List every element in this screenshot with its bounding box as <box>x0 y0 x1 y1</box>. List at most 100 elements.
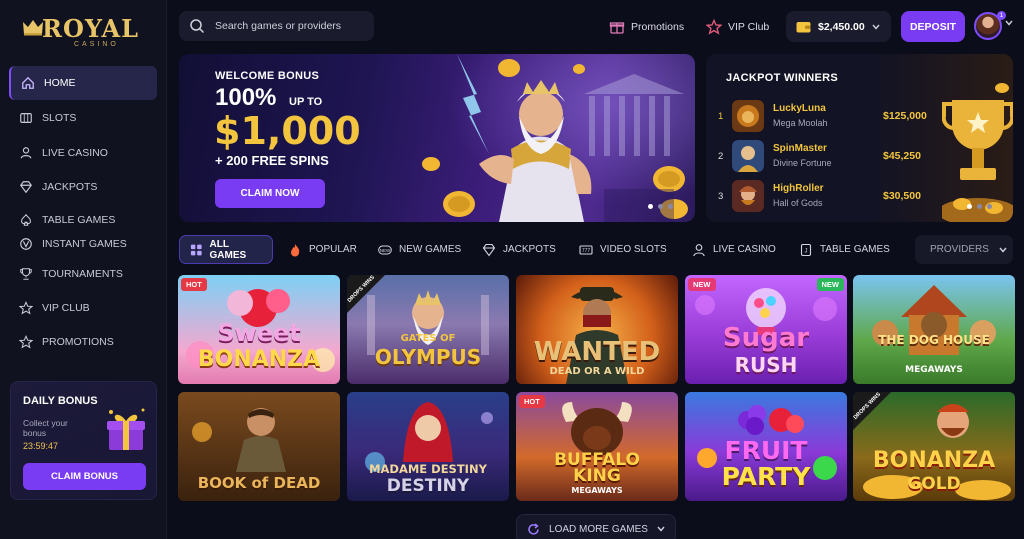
jackpot-title: JACKPOT WINNERS <box>726 72 839 84</box>
sidebar-item-label: HOME <box>44 77 76 89</box>
sidebar-item-label: TOURNAMENTS <box>42 268 123 280</box>
tab-new-games[interactable]: NEW NEW GAMES <box>368 235 471 264</box>
game-title: WANTED <box>533 337 661 367</box>
gift-box-icon <box>609 22 625 34</box>
hot-badge: HOT <box>519 395 545 408</box>
search-input[interactable] <box>215 20 365 32</box>
search-bar[interactable] <box>179 11 374 41</box>
game-tile[interactable]: FRUIT PARTY <box>685 392 847 501</box>
game-subtitle: KING <box>573 466 621 486</box>
cards-icon: J <box>800 243 812 256</box>
tab-table-games[interactable]: J TABLE GAMES <box>789 235 900 264</box>
sidebar-item-home[interactable]: HOME <box>9 66 157 100</box>
winner-game: Hall of Gods <box>773 198 823 208</box>
game-subtitle: PARTY <box>721 462 811 491</box>
tab-live-casino[interactable]: LIVE CASINO <box>682 235 786 264</box>
hero-carousel-dots <box>648 204 673 209</box>
hero-free-spins: + 200 FREE SPINS <box>215 153 329 168</box>
trophy-icon <box>20 268 32 280</box>
sidebar-item-live-casino[interactable]: LIVE CASINO <box>9 136 157 170</box>
promotions-link[interactable]: Promotions <box>609 17 684 37</box>
divine-game-thumbnail <box>732 140 764 172</box>
daily-bonus-timer: 23:59:47 <box>23 441 59 451</box>
game-tile[interactable]: MADAME DESTINY DESTINY <box>347 392 509 501</box>
deposit-button[interactable]: DEPOSIT <box>901 11 965 42</box>
game-title: THE DOG HOUSE <box>878 333 990 347</box>
chevron-down-icon[interactable] <box>1005 20 1013 26</box>
winner-amount: $45,250 <box>883 150 921 162</box>
daily-bonus-title: DAILY BONUS <box>23 395 98 407</box>
jackpot-winners-panel: JACKPOT WINNERS 1 LuckyLuna Mega Moolah … <box>706 54 1013 222</box>
claim-now-button[interactable]: CLAIM NOW <box>215 179 325 208</box>
chevron-down-icon <box>657 526 665 532</box>
welcome-bonus-banner[interactable]: WELCOME BONUS 100% UP TO $1,000 + 200 FR… <box>179 54 695 222</box>
claim-bonus-button[interactable]: CLAIM BONUS <box>23 463 146 490</box>
game-tile[interactable]: BONANZA GOLD DROPS WINS <box>853 392 1015 501</box>
jackpot-winner-row[interactable]: 1 LuckyLuna Mega Moolah $125,000 <box>718 99 933 133</box>
tab-video-slots[interactable]: 777 VIDEO SLOTS <box>569 235 677 264</box>
chevron-down-icon <box>999 247 1007 253</box>
balance-dropdown[interactable]: $2,450.00 <box>786 11 891 42</box>
game-tile[interactable]: Sugar RUSH NEW NEW <box>685 275 847 384</box>
jackpot-carousel-dots <box>967 204 992 209</box>
sidebar-item-label: JACKPOTS <box>42 181 98 193</box>
slots-icon <box>20 113 32 123</box>
diamond-icon <box>482 243 496 256</box>
sidebar-item-instant-games[interactable]: INSTANT GAMES <box>9 227 157 261</box>
sidebar-item-vip-club[interactable]: VIP CLUB <box>9 291 157 325</box>
game-subtitle: BONANZA <box>197 347 321 372</box>
tab-jackpots[interactable]: JACKPOTS <box>472 235 566 264</box>
drops-wins-badge: DROPS WINS <box>347 275 385 313</box>
hero-percent: 100% <box>215 84 277 111</box>
sidebar: ROYAL CASINO HOME SLOTS LIVE CASINO JACK… <box>0 0 167 539</box>
tab-label: VIDEO SLOTS <box>600 244 667 255</box>
game-tile[interactable]: BOOK of DEAD <box>178 392 340 501</box>
carousel-dot[interactable] <box>987 204 992 209</box>
game-title: MADAME DESTINY <box>369 462 487 476</box>
load-more-games-button[interactable]: LOAD MORE GAMES <box>516 514 676 539</box>
carousel-dot[interactable] <box>668 204 673 209</box>
logo-text: ROYAL <box>42 14 139 43</box>
tab-label: NEW GAMES <box>399 244 462 255</box>
refresh-icon <box>528 522 539 535</box>
gift-icon <box>107 408 145 450</box>
game-tile[interactable]: GATES OF OLYMPUS DROPS WINS <box>347 275 509 384</box>
game-tile[interactable]: Sweet BONANZA HOT <box>178 275 340 384</box>
vip-club-link[interactable]: VIP Club <box>706 17 769 37</box>
game-tile[interactable]: THE DOG HOUSE MEGAWAYS <box>853 275 1015 384</box>
svg-text:NEW: NEW <box>380 247 391 252</box>
promotions-link-label: Promotions <box>631 21 685 33</box>
game-title: BOOK of DEAD <box>197 474 321 492</box>
carousel-dot[interactable] <box>977 204 982 209</box>
live-casino-icon <box>20 147 32 159</box>
sidebar-item-slots[interactable]: SLOTS <box>9 101 157 135</box>
sidebar-item-label: TABLE GAMES <box>42 214 116 226</box>
game-subtitle: DEAD OR A WILD <box>549 366 645 377</box>
logo[interactable]: ROYAL CASINO <box>22 12 142 48</box>
game-tile[interactable]: BUFFALO KING MEGAWAYS HOT <box>516 392 678 501</box>
vip-club-link-label: VIP Club <box>728 21 770 33</box>
jackpot-winner-row[interactable]: 3 HighRoller Hall of Gods $30,500 <box>718 179 933 213</box>
svg-text:777: 777 <box>582 248 591 254</box>
carousel-dot[interactable] <box>658 204 663 209</box>
instant-games-icon <box>20 238 32 250</box>
sidebar-item-promotions[interactable]: PROMOTIONS <box>9 325 157 359</box>
providers-dropdown[interactable]: PROVIDERS <box>915 235 1013 264</box>
sidebar-item-jackpots[interactable]: JACKPOTS <box>9 170 157 204</box>
game-subtitle: DESTINY <box>386 476 470 496</box>
flame-icon <box>291 243 300 256</box>
vip-star-icon <box>706 19 722 35</box>
jackpot-winner-row[interactable]: 2 SpinMaster Divine Fortune $45,250 <box>718 139 933 173</box>
carousel-dot[interactable] <box>967 204 972 209</box>
notification-badge: 1 <box>997 11 1006 20</box>
game-title: Sweet <box>217 319 301 347</box>
drops-wins-badge: DROPS WINS <box>853 392 891 430</box>
balance-amount: $2,450.00 <box>818 20 865 33</box>
carousel-dot[interactable] <box>648 204 653 209</box>
game-tile[interactable]: WANTED DEAD OR A WILD <box>516 275 678 384</box>
sidebar-item-tournaments[interactable]: TOURNAMENTS <box>9 257 157 291</box>
tab-popular[interactable]: POPULAR <box>278 235 367 264</box>
tab-all-games[interactable]: ALL GAMES <box>179 235 273 264</box>
game-subtitle: OLYMPUS <box>374 345 482 369</box>
hero-up-to: UP TO <box>289 96 323 108</box>
